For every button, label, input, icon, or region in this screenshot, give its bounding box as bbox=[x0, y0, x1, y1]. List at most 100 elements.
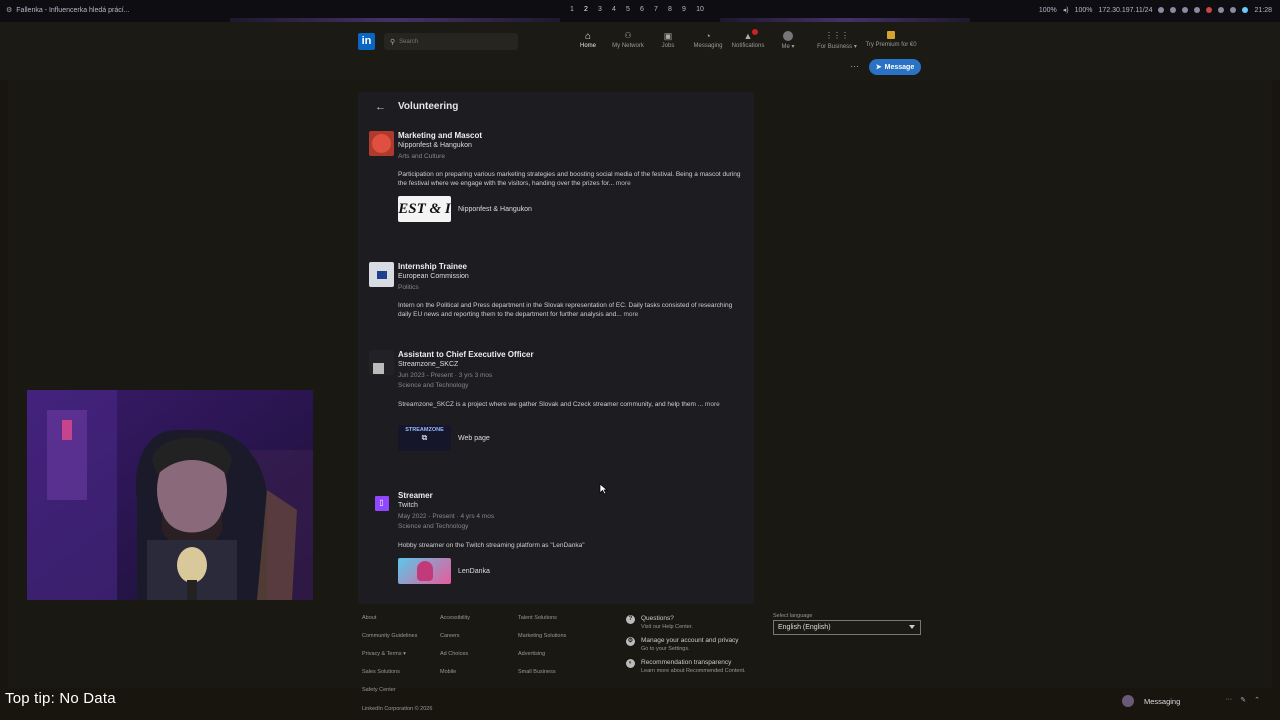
see-more-link[interactable]: more bbox=[616, 180, 631, 187]
entry-description: Intern on the Political and Press depart… bbox=[398, 301, 743, 319]
description-text: Intern on the Political and Press depart… bbox=[398, 302, 733, 318]
workspace-4[interactable]: 4 bbox=[610, 6, 618, 13]
workspace-1[interactable]: 1 bbox=[568, 6, 576, 13]
language-select[interactable]: English (English) bbox=[773, 620, 921, 635]
footer-link[interactable]: Advertising bbox=[518, 651, 566, 669]
media-label[interactable]: LenDanka bbox=[458, 568, 490, 575]
grid-icon: ⋮⋮⋮ bbox=[825, 31, 849, 40]
clock: 21:28 bbox=[1254, 6, 1272, 14]
streamzone-logo bbox=[369, 350, 394, 375]
help-title: Recommendation transparency bbox=[641, 659, 732, 666]
system-tray: 100% ◂) 100% 172.30.197.11/24 21:28 bbox=[1039, 6, 1272, 15]
help-subtitle: Go to your Settings. bbox=[641, 646, 690, 652]
help-subtitle: Visit our Help Center. bbox=[641, 624, 693, 630]
footer-link[interactable]: Privacy & Terms ▾ bbox=[362, 651, 417, 669]
external-link-icon: ⧉ bbox=[421, 433, 428, 442]
compose-icon[interactable]: ✎ bbox=[1240, 696, 1246, 704]
media-thumbnail[interactable] bbox=[398, 558, 451, 584]
media-thumbnail[interactable]: STREAMZONE ⧉ bbox=[398, 425, 451, 451]
webcam-image bbox=[27, 390, 313, 600]
linkedin-logo[interactable]: in bbox=[358, 33, 375, 50]
footer-link[interactable]: Talent Solutions bbox=[518, 615, 566, 633]
nav-home[interactable]: ⌂ Home bbox=[568, 31, 608, 49]
chevron-down-icon bbox=[909, 625, 915, 629]
workspace-5[interactable]: 5 bbox=[624, 6, 632, 13]
top-tip-overlay: Top tip: No Data bbox=[5, 690, 116, 707]
nav-label: Jobs bbox=[661, 43, 675, 49]
workspace-9[interactable]: 9 bbox=[680, 6, 688, 13]
back-arrow-icon[interactable]: ← bbox=[375, 101, 386, 113]
help-questions[interactable]: ? Questions? Visit our Help Center. bbox=[626, 615, 766, 635]
entry-organization: European Commission bbox=[398, 273, 469, 280]
tray-icon[interactable] bbox=[1218, 7, 1225, 13]
entry-cause: Arts and Culture bbox=[398, 153, 445, 160]
see-more-link[interactable]: more bbox=[623, 311, 638, 318]
nav-my-network[interactable]: ⚇ My Network bbox=[608, 31, 648, 49]
nav-label: Try Premium for €0 bbox=[865, 42, 917, 48]
workspace-7[interactable]: 7 bbox=[652, 6, 660, 13]
nav-for-business[interactable]: ⋮⋮⋮ For Business ▾ bbox=[810, 31, 864, 50]
tray-icon[interactable] bbox=[1170, 7, 1177, 13]
nav-messaging[interactable]: ◔ Messaging bbox=[688, 31, 728, 49]
tray-icon[interactable] bbox=[1158, 7, 1165, 13]
media-thumbnail[interactable]: EST & I bbox=[398, 196, 451, 222]
footer-link[interactable]: Safety Center bbox=[362, 687, 417, 705]
european-commission-logo bbox=[369, 262, 394, 287]
message-button-label: Message bbox=[884, 63, 915, 71]
media-label[interactable]: Nipponfest & Hangukon bbox=[458, 206, 532, 213]
app-icon: ⚙ bbox=[6, 7, 13, 14]
entry-title: Internship Trainee bbox=[398, 262, 467, 271]
messaging-label: Messaging bbox=[1144, 696, 1181, 706]
nav-jobs[interactable]: ▣ Jobs bbox=[648, 31, 688, 49]
see-more-link[interactable]: more bbox=[705, 401, 720, 408]
nav-premium[interactable]: Try Premium for €0 bbox=[862, 31, 920, 48]
footer-link[interactable]: Accessibility bbox=[440, 615, 470, 633]
workspace-8[interactable]: 8 bbox=[666, 6, 674, 13]
nav-label: Notifications bbox=[731, 43, 765, 49]
tray-icon[interactable] bbox=[1242, 7, 1249, 13]
tray-icon[interactable] bbox=[1230, 7, 1237, 13]
premium-icon bbox=[887, 31, 895, 39]
network-ip: 172.30.197.11/24 bbox=[1098, 6, 1153, 14]
messaging-bar[interactable]: Messaging ··· ✎ ⌃ bbox=[1118, 692, 1264, 710]
bell-icon: ▲ bbox=[743, 31, 753, 41]
help-recommendation-transparency[interactable]: ◐ Recommendation transparency Learn more… bbox=[626, 659, 766, 679]
webcam-overlay bbox=[27, 390, 313, 600]
workspace-6[interactable]: 6 bbox=[638, 6, 646, 13]
workspace-2[interactable]: 2 bbox=[582, 6, 590, 13]
workspace-switcher: 1 2 3 4 5 6 7 8 9 10 bbox=[568, 6, 706, 13]
footer-link[interactable]: About bbox=[362, 615, 417, 633]
footer-link[interactable]: Sales Solutions bbox=[362, 669, 417, 687]
nav-me[interactable]: Me ▾ bbox=[768, 31, 808, 50]
nav-label: Messaging bbox=[693, 43, 723, 49]
footer-link[interactable]: Mobile bbox=[440, 669, 470, 687]
tray-icon[interactable] bbox=[1182, 7, 1189, 13]
footer-link[interactable]: Small Business bbox=[518, 669, 566, 687]
help-account-privacy[interactable]: ⚙ Manage your account and privacy Go to … bbox=[626, 637, 766, 657]
question-icon: ? bbox=[626, 615, 635, 624]
volunteer-entry: Assistant to Chief Executive Officer Str… bbox=[369, 350, 744, 460]
entry-title: Marketing and Mascot bbox=[398, 131, 483, 140]
workspace-3[interactable]: 3 bbox=[596, 6, 604, 13]
briefcase-icon: ▣ bbox=[663, 31, 673, 41]
more-icon[interactable]: ··· bbox=[1225, 696, 1232, 704]
tray-icon[interactable] bbox=[1194, 7, 1201, 13]
nav-label: Home bbox=[579, 43, 596, 49]
footer-link[interactable]: Careers bbox=[440, 633, 470, 651]
entry-description: Streamzone_SKCZ is a project where we ga… bbox=[398, 400, 743, 409]
workspace-10[interactable]: 10 bbox=[694, 6, 706, 13]
footer-link[interactable]: Community Guidelines bbox=[362, 633, 417, 651]
media-label[interactable]: Web page bbox=[458, 435, 490, 442]
footer-link[interactable]: Ad Choices bbox=[440, 651, 470, 669]
media-thumbnail-text: STREAMZONE bbox=[405, 427, 444, 433]
footer-link[interactable]: Marketing Solutions bbox=[518, 633, 566, 651]
speaker-icon[interactable]: ◂) bbox=[1063, 6, 1069, 14]
tray-icon[interactable] bbox=[1206, 7, 1213, 13]
os-window-title-area: ⚙ Fallenka - Influencerka hledá prácí... bbox=[6, 6, 130, 15]
nav-notifications[interactable]: ▲ Notifications bbox=[728, 29, 768, 49]
message-button[interactable]: ➤ Message bbox=[869, 59, 921, 75]
search-input[interactable]: ⚲ Search bbox=[384, 33, 518, 50]
more-options-button[interactable]: ··· bbox=[850, 61, 859, 71]
chevron-up-icon[interactable]: ⌃ bbox=[1254, 696, 1260, 704]
help-subtitle: Learn more about Recommended Content. bbox=[641, 668, 746, 674]
